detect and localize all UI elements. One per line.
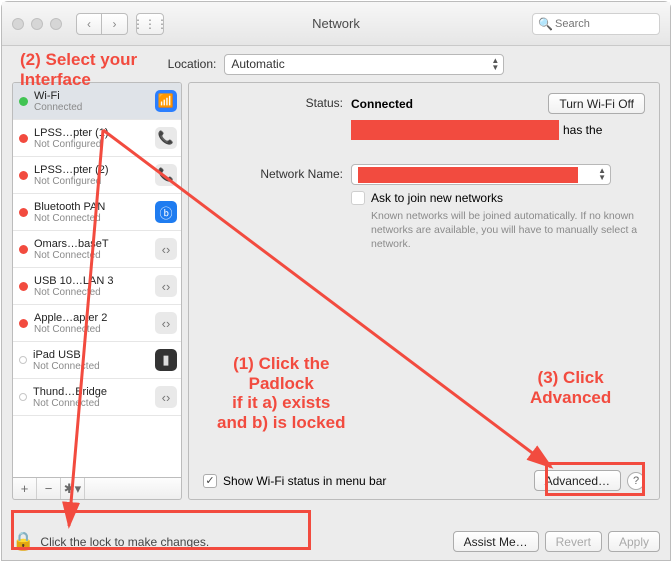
sidebar-item-5[interactable]: USB 10…LAN 3Not Connected ‹› xyxy=(13,268,181,305)
interface-name: LPSS…pter (1) xyxy=(34,127,149,139)
action-menu-button[interactable]: ✱▾ xyxy=(61,478,85,499)
zoom-traffic-light[interactable] xyxy=(50,18,62,30)
remove-interface-button[interactable]: − xyxy=(37,478,61,499)
status-dot-icon xyxy=(19,282,28,291)
sidebar-item-1[interactable]: LPSS…pter (1)Not Configured 📞 xyxy=(13,120,181,157)
location-popup[interactable]: Automatic ▲▼ xyxy=(224,54,504,75)
show-all-button[interactable]: ⋮⋮⋮ xyxy=(136,13,164,35)
interface-name: Omars…baseT xyxy=(34,238,149,250)
eth-icon: ‹› xyxy=(155,386,177,408)
search-icon: 🔍 xyxy=(538,17,553,31)
lock-icon[interactable]: 🔒 xyxy=(12,531,34,552)
checkbox-checked-icon: ✓ xyxy=(203,474,217,488)
detail-panel: Status: Connected Turn Wi-Fi Off has the… xyxy=(188,82,660,500)
interface-status: Not Connected xyxy=(34,287,149,298)
status-text-fragment: has the xyxy=(563,123,602,137)
apply-button[interactable]: Apply xyxy=(608,531,660,552)
eth-icon: ‹› xyxy=(155,238,177,260)
checkbox-icon xyxy=(351,191,365,205)
interface-status: Not Connected xyxy=(33,398,149,409)
search-field[interactable]: 🔍 xyxy=(532,13,660,35)
status-dot-icon xyxy=(19,171,28,180)
assist-me-button[interactable]: Assist Me… xyxy=(453,531,539,552)
sidebar-item-0[interactable]: Wi-FiConnected 📶 xyxy=(13,83,181,120)
question-icon: ? xyxy=(633,475,639,487)
eth-icon: ‹› xyxy=(155,275,177,297)
advanced-button[interactable]: Advanced… xyxy=(534,470,621,491)
show-menubar-checkbox[interactable]: ✓ Show Wi-Fi status in menu bar xyxy=(203,474,386,488)
show-menubar-label: Show Wi-Fi status in menu bar xyxy=(223,474,386,488)
status-dot-icon xyxy=(19,245,28,254)
sidebar-item-3[interactable]: Bluetooth PANNot Connected ⓑ xyxy=(13,194,181,231)
close-traffic-light[interactable] xyxy=(12,18,24,30)
status-dot-icon xyxy=(19,319,28,328)
back-button[interactable]: ‹ xyxy=(76,13,102,35)
network-name-popup[interactable]: ▲▼ xyxy=(351,164,611,185)
interface-sidebar: Wi-FiConnected📶LPSS…pter (1)Not Configur… xyxy=(12,82,182,478)
status-value: Connected xyxy=(351,97,413,111)
sidebar-item-6[interactable]: Apple…apter 2Not Connected ‹› xyxy=(13,305,181,342)
ask-join-checkbox[interactable]: Ask to join new networks xyxy=(351,191,645,205)
gear-icon: ✱▾ xyxy=(64,481,81,497)
status-dot-icon xyxy=(19,393,27,401)
interface-name: Wi-Fi xyxy=(34,90,149,102)
turn-wifi-off-button[interactable]: Turn Wi-Fi Off xyxy=(548,93,645,114)
phone-icon: 📞 xyxy=(155,127,177,149)
redacted-status-line xyxy=(351,120,559,140)
status-dot-icon xyxy=(19,97,28,106)
location-value: Automatic xyxy=(231,57,284,71)
status-dot-icon xyxy=(19,134,28,143)
location-label: Location: xyxy=(168,57,217,71)
network-name-label: Network Name: xyxy=(203,164,343,181)
popup-carets-icon: ▲▼ xyxy=(598,167,606,181)
revert-button[interactable]: Revert xyxy=(545,531,602,552)
grid-icon: ⋮⋮⋮ xyxy=(132,17,168,31)
interface-name: iPad USB xyxy=(33,349,149,361)
interface-name: LPSS…pter (2) xyxy=(34,164,149,176)
wifi-icon: 📶 xyxy=(155,90,177,112)
status-dot-icon xyxy=(19,208,28,217)
plus-icon: + xyxy=(21,481,29,496)
status-dot-icon xyxy=(19,356,27,364)
interface-status: Not Configured xyxy=(34,139,149,150)
popup-carets-icon: ▲▼ xyxy=(491,57,499,71)
redacted-network-name xyxy=(358,167,578,183)
interface-name: Apple…apter 2 xyxy=(34,312,149,324)
sidebar-item-2[interactable]: LPSS…pter (2)Not Configured 📞 xyxy=(13,157,181,194)
chevron-right-icon: › xyxy=(113,17,117,31)
help-button[interactable]: ? xyxy=(627,472,645,490)
interface-status: Not Configured xyxy=(34,176,149,187)
status-label: Status: xyxy=(203,93,343,110)
lock-text: Click the lock to make changes. xyxy=(40,535,209,549)
minimize-traffic-light[interactable] xyxy=(31,18,43,30)
interface-status: Not Connected xyxy=(34,324,149,335)
ask-join-help-text: Known networks will be joined automatica… xyxy=(371,209,641,252)
interface-status: Not Connected xyxy=(33,361,149,372)
phone-icon: 📞 xyxy=(155,164,177,186)
interface-status: Not Connected xyxy=(34,213,149,224)
sidebar-item-8[interactable]: Thund…BridgeNot Connected ‹› xyxy=(13,379,181,416)
ask-join-label: Ask to join new networks xyxy=(371,191,503,205)
interface-name: Bluetooth PAN xyxy=(34,201,149,213)
chevron-left-icon: ‹ xyxy=(87,17,91,31)
sidebar-item-7[interactable]: iPad USBNot Connected ▮ xyxy=(13,342,181,379)
interface-status: Connected xyxy=(34,102,149,113)
ipad-icon: ▮ xyxy=(155,349,177,371)
interface-name: Thund…Bridge xyxy=(33,386,149,398)
eth-icon: ‹› xyxy=(155,312,177,334)
forward-button[interactable]: › xyxy=(102,13,128,35)
interface-name: USB 10…LAN 3 xyxy=(34,275,149,287)
minus-icon: − xyxy=(45,481,53,496)
bt-icon: ⓑ xyxy=(155,201,177,223)
add-interface-button[interactable]: + xyxy=(13,478,37,499)
titlebar: ‹ › ⋮⋮⋮ Network 🔍 xyxy=(2,2,670,46)
interface-status: Not Connected xyxy=(34,250,149,261)
sidebar-item-4[interactable]: Omars…baseTNot Connected ‹› xyxy=(13,231,181,268)
